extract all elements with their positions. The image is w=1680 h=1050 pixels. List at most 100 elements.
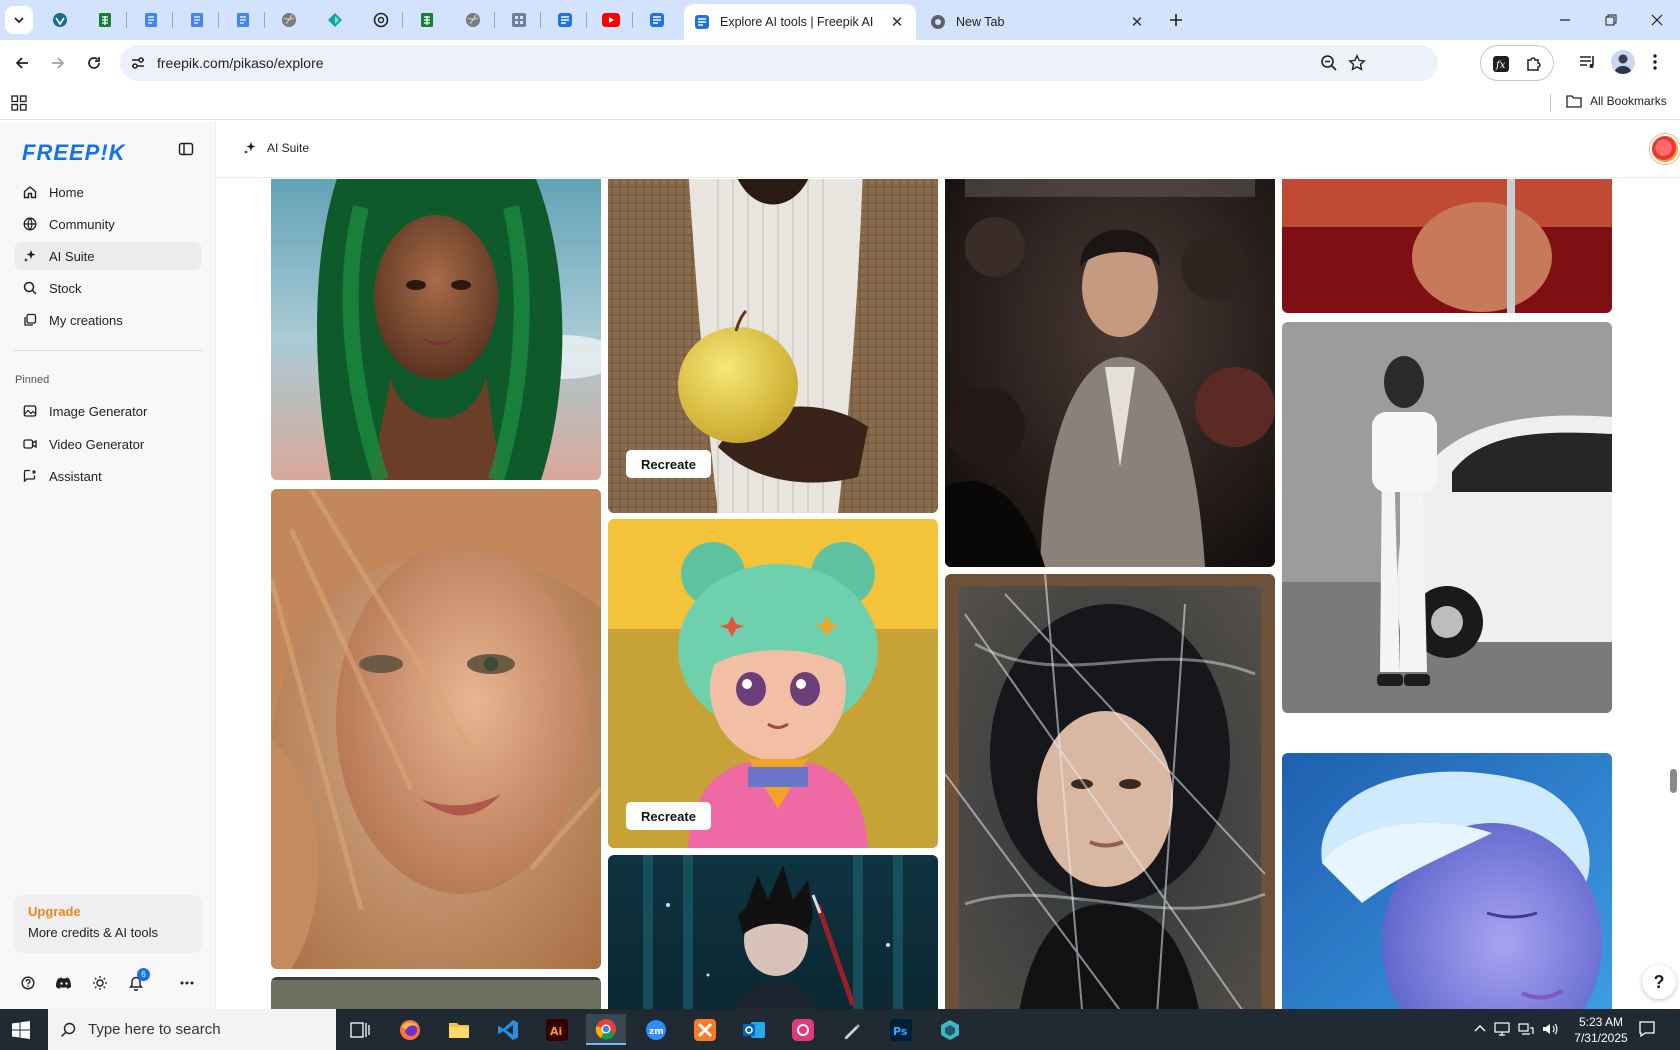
pinned-tab[interactable] <box>185 8 209 32</box>
forward-button[interactable] <box>44 49 72 77</box>
apps-grid-icon[interactable] <box>11 95 27 111</box>
reload-button[interactable] <box>80 49 108 77</box>
gallery-image-blue-hair-man[interactable] <box>1282 753 1612 1009</box>
ai-suite-breadcrumb[interactable]: AI Suite <box>243 141 309 155</box>
task-view-button[interactable] <box>340 1014 380 1045</box>
tab-new-tab[interactable]: New Tab ✕ <box>920 4 1156 40</box>
file-explorer-taskbar-button[interactable] <box>439 1014 479 1045</box>
pinned-tab[interactable] <box>369 8 393 32</box>
windows-start-icon[interactable] <box>12 1021 30 1039</box>
gallery-image-red-closeup[interactable] <box>1282 179 1612 313</box>
zoom-icon[interactable] <box>1320 54 1338 72</box>
bookmark-star-icon[interactable] <box>1348 54 1366 72</box>
tray-expand-icon[interactable] <box>1473 1022 1487 1036</box>
back-button[interactable] <box>8 49 36 77</box>
pen-app-taskbar-button[interactable] <box>832 1014 872 1045</box>
sidebar-collapse-icon[interactable] <box>178 141 194 157</box>
sidebar-item-video-generator[interactable]: Video Generator <box>14 430 202 458</box>
address-bar[interactable]: freepik.com/pikaso/explore <box>120 45 1438 81</box>
gallery-image-yellow-apple[interactable]: Recreate <box>608 179 938 513</box>
arrow-left-icon <box>15 57 28 69</box>
gallery-image-man-in-crowd[interactable] <box>945 179 1275 567</box>
recreate-button[interactable]: Recreate <box>626 802 711 830</box>
pinned-tab[interactable] <box>277 8 301 32</box>
creative-cloud-taskbar-button[interactable] <box>783 1014 823 1045</box>
illustrator-taskbar-button[interactable]: Ai <box>537 1014 577 1045</box>
upgrade-subtitle: More credits & AI tools <box>28 925 159 940</box>
action-center-icon[interactable] <box>1638 1020 1656 1038</box>
photoshop-taskbar-button[interactable]: Ps <box>881 1014 921 1045</box>
new-tab-button[interactable] <box>1164 8 1188 32</box>
minimize-button[interactable] <box>1542 0 1588 40</box>
notifications-button[interactable]: 6 <box>126 968 150 993</box>
display-icon[interactable] <box>1494 1022 1510 1036</box>
outlook-taskbar-button[interactable] <box>734 1014 774 1045</box>
upgrade-card[interactable]: Upgrade More credits & AI tools <box>14 895 202 953</box>
vscode-taskbar-button[interactable] <box>488 1014 528 1045</box>
sidebar-item-home[interactable]: Home <box>14 178 202 206</box>
close-tab-icon[interactable]: ✕ <box>1128 13 1146 31</box>
gallery-image-woman-plastic-wrap[interactable] <box>945 574 1275 1009</box>
sidebar-divider <box>14 350 202 351</box>
scrollbar-thumb[interactable] <box>1670 769 1677 793</box>
media-controls-icon[interactable] <box>1578 52 1598 72</box>
theme-toggle-button[interactable] <box>90 973 110 993</box>
sidebar-item-assistant[interactable]: Assistant <box>14 462 202 490</box>
sidebar-item-ai-suite[interactable]: AI Suite <box>14 242 202 270</box>
tab-search-button[interactable] <box>5 6 33 34</box>
help-center-button[interactable] <box>18 973 38 993</box>
restore-button[interactable] <box>1588 0 1634 40</box>
gallery-image-freckled-woman-portrait[interactable] <box>271 489 601 969</box>
svg-text:Ps: Ps <box>893 1025 908 1038</box>
sidebar-item-community[interactable]: Community <box>14 210 202 238</box>
sidebar-item-image-generator[interactable]: Image Generator <box>14 397 202 425</box>
menu-dots-icon[interactable] <box>1652 52 1658 72</box>
pinned-tab[interactable] <box>461 8 485 32</box>
app-taskbar-button[interactable] <box>930 1014 970 1045</box>
all-bookmarks-button[interactable]: All Bookmarks <box>1566 94 1667 108</box>
firefox-taskbar-button[interactable] <box>390 1014 430 1045</box>
pinned-tab[interactable] <box>323 8 347 32</box>
pinned-tab[interactable] <box>507 8 531 32</box>
gallery-image-anime-girl-green-hair[interactable]: Recreate <box>608 519 938 848</box>
gallery-image-partial[interactable] <box>271 977 601 1009</box>
close-icon <box>1651 14 1663 26</box>
pinned-tab[interactable] <box>553 8 577 32</box>
pinned-tab[interactable] <box>415 8 439 32</box>
taskbar-clock[interactable]: 5:23 AM 7/31/2025 <box>1566 1014 1636 1046</box>
close-window-button[interactable] <box>1634 0 1680 40</box>
tab-explore-ai-tools[interactable]: Explore AI tools | Freepik AI ✕ <box>684 4 916 40</box>
gallery-image-man-with-white-car[interactable] <box>1282 322 1612 713</box>
chrome-taskbar-button[interactable] <box>586 1014 626 1045</box>
user-avatar[interactable] <box>1650 134 1680 164</box>
sidebar-item-label: Community <box>49 216 115 232</box>
help-button[interactable]: ? <box>1642 965 1676 999</box>
pinned-tab[interactable] <box>231 8 255 32</box>
freepik-logo[interactable]: FREEP!K <box>22 140 126 166</box>
more-dots-icon <box>180 981 194 985</box>
explore-gallery: Recreate Recreate ? <box>217 179 1680 1009</box>
pinned-tab[interactable] <box>599 8 623 32</box>
volume-icon[interactable] <box>1542 1022 1558 1036</box>
taskbar-search-box[interactable]: Type here to search <box>48 1009 336 1050</box>
zoom-taskbar-button[interactable]: zm <box>636 1014 676 1045</box>
extension-fx-icon[interactable]: fx <box>1492 55 1510 73</box>
pinned-tab[interactable] <box>48 8 72 32</box>
gallery-image-green-veil-portrait[interactable] <box>271 179 601 480</box>
recreate-button[interactable]: Recreate <box>626 450 711 478</box>
close-tab-icon[interactable]: ✕ <box>888 13 906 31</box>
more-options-button[interactable] <box>177 973 197 993</box>
xampp-taskbar-button[interactable] <box>685 1014 725 1045</box>
gallery-image-anime-samurai[interactable] <box>608 855 938 1009</box>
sidebar-item-my-creations[interactable]: My creations <box>14 306 202 334</box>
puzzle-extensions-icon[interactable] <box>1525 55 1543 73</box>
taskbar-search-placeholder: Type here to search <box>88 1021 221 1038</box>
pinned-tab[interactable] <box>645 8 669 32</box>
network-icon[interactable] <box>1518 1022 1534 1036</box>
profile-avatar[interactable] <box>1611 50 1635 74</box>
pinned-tab[interactable] <box>93 8 117 32</box>
sidebar-item-stock[interactable]: Stock <box>14 274 202 302</box>
discord-button[interactable] <box>54 973 74 993</box>
pinned-tab[interactable] <box>139 8 163 32</box>
zoom-icon: zm <box>646 1019 666 1040</box>
